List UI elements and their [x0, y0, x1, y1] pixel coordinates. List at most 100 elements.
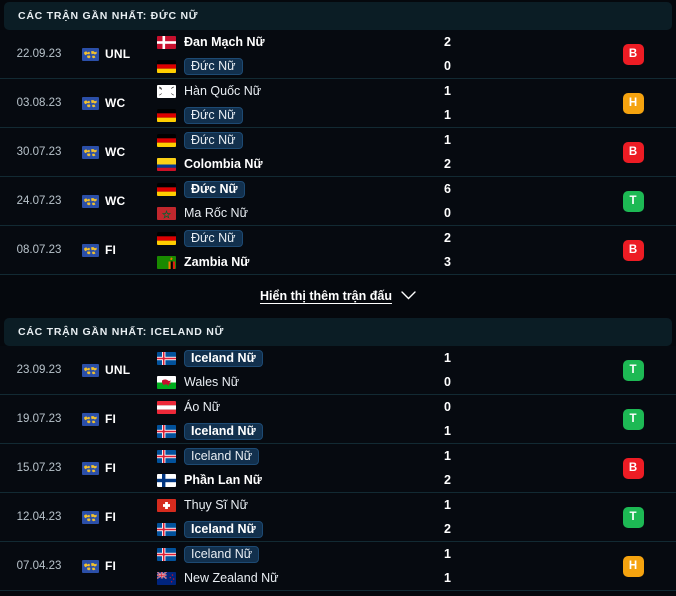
team-name-away[interactable]: Đức Nữ: [184, 106, 243, 124]
table-row[interactable]: 23.09.23 UNL Iceland Nữ Wales Nữ 1 0 T: [0, 346, 676, 395]
teams: Áo Nữ Iceland Nữ: [150, 399, 440, 440]
table-row[interactable]: 19.07.23 FI Áo Nữ Iceland Nữ 0 1 T: [0, 395, 676, 444]
score-home: 2: [444, 230, 451, 245]
result-cell: T: [590, 190, 676, 212]
match-date: 08.07.23: [16, 244, 62, 256]
competition[interactable]: UNL: [78, 47, 150, 61]
competition-label: FI: [105, 461, 117, 475]
team-name-home[interactable]: Đức Nữ: [184, 131, 243, 149]
result-cell: T: [590, 359, 676, 381]
team-line-away: New Zealand Nữ: [157, 570, 440, 587]
team-line-home: Iceland Nữ: [157, 545, 440, 563]
score-home: 1: [444, 546, 451, 561]
competition-label: FI: [105, 559, 117, 573]
result-cell: T: [590, 408, 676, 430]
competition-label: FI: [105, 510, 117, 524]
table-row[interactable]: 08.07.23 FI Đức Nữ Zambia Nữ 2 3 B: [0, 226, 676, 275]
flag-icon-iceland: [157, 547, 176, 561]
score-home: 1: [444, 350, 451, 365]
competition[interactable]: FI: [78, 243, 150, 257]
scores: 11: [440, 546, 590, 587]
team-name-away[interactable]: Wales Nữ: [184, 375, 239, 390]
table-row[interactable]: 07.04.23 FI Iceland Nữ New Zealand Nữ 1 1 H: [0, 542, 676, 591]
competition-label: FI: [105, 412, 117, 426]
team-name-home[interactable]: Áo Nữ: [184, 400, 220, 415]
result-cell: H: [590, 92, 676, 114]
table-row[interactable]: 24.07.23 WC Đức Nữ Ma Rốc Nữ 6 0 T: [0, 177, 676, 226]
status-badge: T: [622, 359, 644, 381]
page-title: CÁC TRẬN GẦN NHẤT: ĐỨC NỮ: [18, 10, 199, 22]
flag-icon-zambia: [157, 255, 176, 269]
team-name-away[interactable]: New Zealand Nữ: [184, 571, 279, 586]
score-away: 1: [444, 570, 451, 585]
team-name-home[interactable]: Hàn Quốc Nữ: [184, 84, 261, 99]
flag-icon-newzealand: [157, 571, 176, 585]
team-name-away[interactable]: Iceland Nữ: [184, 422, 263, 440]
competition[interactable]: FI: [78, 510, 150, 524]
teams: Hàn Quốc Nữ Đức Nữ: [150, 83, 440, 124]
scores: 20: [440, 34, 590, 75]
team-name-away[interactable]: Ma Rốc Nữ: [184, 206, 248, 221]
flag-icon-austria: [157, 400, 176, 414]
team-line-away: Đức Nữ: [157, 106, 440, 124]
score-home: 1: [444, 497, 451, 512]
score-away: 0: [444, 374, 451, 389]
score-home: 6: [444, 181, 451, 196]
table-row[interactable]: 30.07.23 WC Đức Nữ Colombia Nữ 1 2 B: [0, 128, 676, 177]
teams: Iceland Nữ New Zealand Nữ: [150, 545, 440, 587]
result-cell: B: [590, 239, 676, 261]
teams: Đức Nữ Ma Rốc Nữ: [150, 180, 440, 222]
flag-icon-switzerland: [157, 498, 176, 512]
flag-icon-iceland: [157, 449, 176, 463]
table-row[interactable]: 15.07.23 FI Iceland Nữ Phần Lan Nữ 1 2 B: [0, 444, 676, 493]
team-line-away: Phần Lan Nữ: [157, 472, 440, 489]
team-line-home: Hàn Quốc Nữ: [157, 83, 440, 100]
table-row[interactable]: 12.04.23 FI Thụy Sĩ Nữ Iceland Nữ 1 2 T: [0, 493, 676, 542]
status-badge: H: [622, 555, 644, 577]
match-date: 23.09.23: [16, 364, 62, 376]
competition-label: WC: [105, 194, 126, 208]
scores: 60: [440, 181, 590, 222]
team-name-home[interactable]: Đan Mạch Nữ: [184, 35, 265, 50]
team-line-home: Iceland Nữ: [157, 349, 440, 367]
team-name-away[interactable]: Zambia Nữ: [184, 255, 249, 270]
team-name-home[interactable]: Iceland Nữ: [184, 545, 260, 563]
competition[interactable]: UNL: [78, 363, 150, 377]
teams: Thụy Sĩ Nữ Iceland Nữ: [150, 497, 440, 538]
competition[interactable]: FI: [78, 461, 150, 475]
world-icon: [82, 559, 99, 573]
show-more-matches-button[interactable]: Hiển thị thêm trận đấu: [260, 289, 416, 303]
competition[interactable]: FI: [78, 412, 150, 426]
team-name-home[interactable]: Iceland Nữ: [184, 349, 263, 367]
team-line-home: Đức Nữ: [157, 229, 440, 247]
competition[interactable]: FI: [78, 559, 150, 573]
table-row[interactable]: 03.08.23 WC Hàn Quốc Nữ Đức Nữ 1 1 H: [0, 79, 676, 128]
team-name-away[interactable]: Colombia Nữ: [184, 157, 263, 172]
score-home: 1: [444, 132, 451, 147]
competition[interactable]: WC: [78, 194, 150, 208]
flag-icon-iceland: [157, 424, 176, 438]
competition[interactable]: WC: [78, 145, 150, 159]
team-name-away[interactable]: Phần Lan Nữ: [184, 473, 262, 488]
team-name-away[interactable]: Đức Nữ: [184, 57, 243, 75]
team-name-home[interactable]: Iceland Nữ: [184, 447, 260, 465]
competition-label: UNL: [105, 363, 131, 377]
match-date: 30.07.23: [16, 146, 62, 158]
team-line-away: Đức Nữ: [157, 57, 440, 75]
score-away: 1: [444, 423, 451, 438]
match-date: 15.07.23: [16, 462, 62, 474]
table-row[interactable]: 22.09.23 UNL Đan Mạch Nữ Đức Nữ 2 0 B: [0, 30, 676, 79]
team-name-home[interactable]: Đức Nữ: [184, 229, 243, 247]
flag-icon-denmark: [157, 35, 176, 49]
section-header: CÁC TRẬN GẦN NHẤT: ĐỨC NỮ: [4, 2, 672, 30]
competition[interactable]: WC: [78, 96, 150, 110]
team-name-away[interactable]: Iceland Nữ: [184, 520, 263, 538]
show-more-label: Hiển thị thêm trận đấu: [260, 288, 392, 303]
scores: 11: [440, 83, 590, 124]
world-icon: [82, 194, 99, 208]
team-name-home[interactable]: Đức Nữ: [184, 180, 245, 198]
match-date: 03.08.23: [16, 97, 62, 109]
team-name-home[interactable]: Thụy Sĩ Nữ: [184, 498, 248, 513]
score-home: 0: [444, 399, 451, 414]
scores: 10: [440, 350, 590, 391]
